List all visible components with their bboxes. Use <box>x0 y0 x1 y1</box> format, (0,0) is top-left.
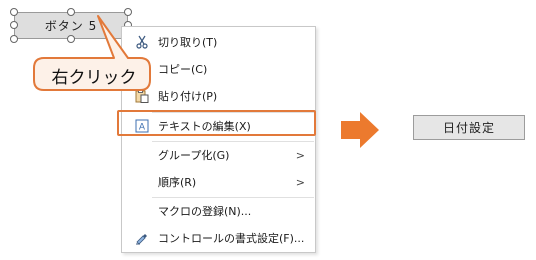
menu-item-label: マクロの登録(N)... <box>158 205 252 218</box>
menu-item-label: 切り取り(T) <box>158 36 218 49</box>
arrow-right-icon <box>341 112 379 148</box>
menu-item-group[interactable]: グループ化(G) > <box>122 144 315 166</box>
menu-item-label: グループ化(G) <box>158 149 230 162</box>
menu-item-label: 貼り付け(P) <box>158 90 218 103</box>
date-setting-button-label: 日付設定 <box>442 121 495 135</box>
menu-item-label: 順序(R) <box>158 176 197 189</box>
menu-item-label: コントロールの書式設定(F)... <box>158 232 305 245</box>
resize-handle-top-left[interactable] <box>10 8 18 16</box>
menu-item-assign-macro[interactable]: マクロの登録(N)... <box>122 200 315 222</box>
date-setting-button[interactable]: 日付設定 <box>413 115 525 140</box>
highlight-box <box>117 110 316 136</box>
format-control-icon <box>134 230 150 246</box>
resize-handle-left[interactable] <box>10 21 18 29</box>
menu-item-label: コピー(C) <box>158 63 208 76</box>
menu-separator <box>152 197 314 198</box>
menu-item-order[interactable]: 順序(R) > <box>122 171 315 193</box>
callout-text: 右クリック <box>51 67 137 88</box>
menu-item-format-control[interactable]: コントロールの書式設定(F)... <box>122 227 315 249</box>
resize-handle-bottom-left[interactable] <box>10 35 18 43</box>
submenu-arrow-icon: > <box>295 175 305 189</box>
menu-separator <box>152 141 314 142</box>
submenu-arrow-icon: > <box>295 148 305 162</box>
